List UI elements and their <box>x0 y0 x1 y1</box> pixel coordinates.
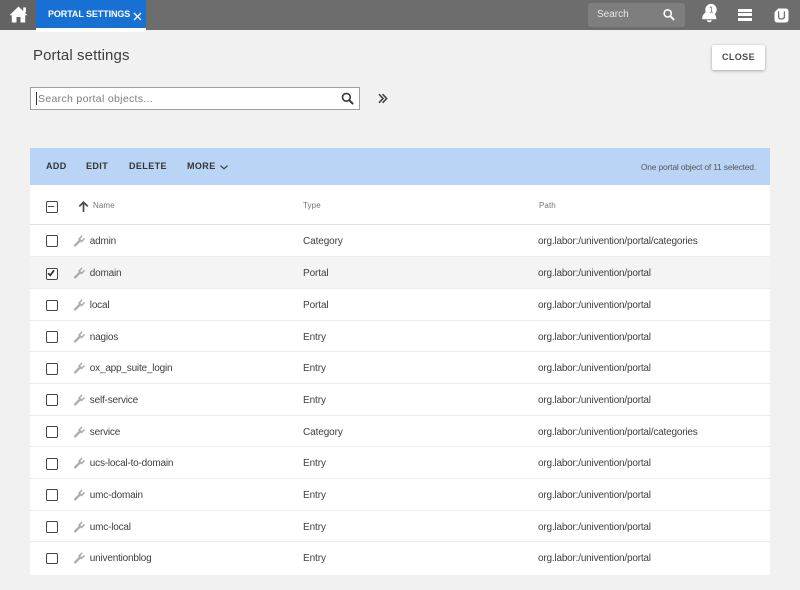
svg-text:1: 1 <box>709 6 714 15</box>
